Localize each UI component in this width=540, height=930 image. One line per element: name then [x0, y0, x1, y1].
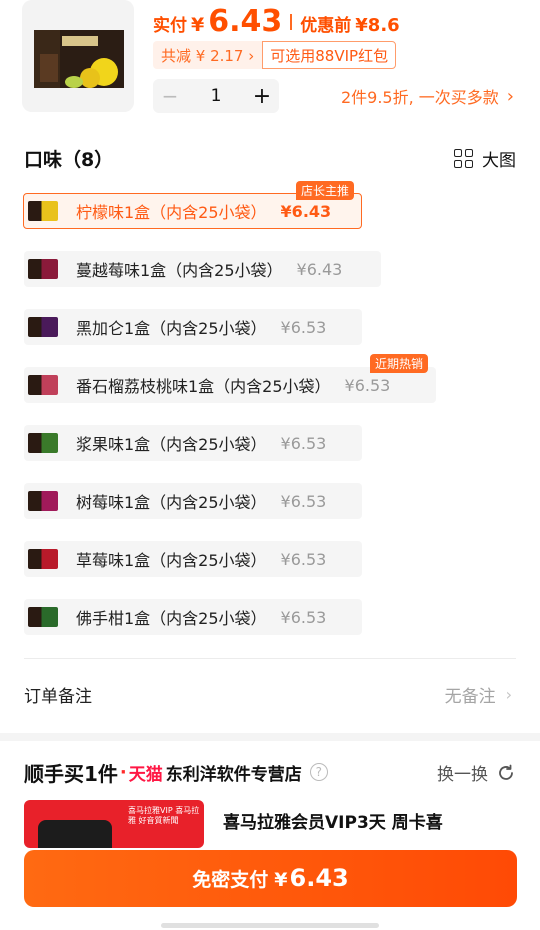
flavor-thumbnail: [28, 433, 58, 453]
tmall-logo: 天猫: [128, 764, 163, 785]
flavor-option[interactable]: 番石榴荔枝桃味1盒（内含25小袋） ¥6.53 近期热销: [24, 354, 436, 403]
flavor-header: 口味（8） 大图: [24, 145, 516, 173]
product-summary: 实付 ¥ 6.43 优惠前 ¥8.6 共减 ¥ 2.17 › 可选用88VIP红…: [0, 0, 540, 128]
flavor-option-label: 黑加仑1盒（内含25小袋）: [76, 319, 267, 338]
order-remark-row[interactable]: 订单备注 无备注 ›: [24, 680, 516, 707]
flavor-option-price: ¥6.53: [280, 433, 327, 453]
addon-title: 顺手买1件: [24, 761, 118, 786]
pay-label: 免密支付: [192, 869, 269, 891]
flavor-option-price: ¥6.53: [280, 549, 327, 569]
flavor-option[interactable]: 草莓味1盒（内含25小袋） ¥6.53: [24, 541, 362, 577]
quantity-value[interactable]: 1: [187, 86, 245, 106]
flavor-option-badge: 店长主推: [296, 181, 355, 200]
price-summary: 实付 ¥ 6.43 优惠前 ¥8.6: [153, 4, 400, 39]
flavor-thumbnail: [28, 317, 58, 337]
flavor-option[interactable]: 佛手柑1盒（内含25小袋） ¥6.53: [24, 599, 362, 635]
large-view-label: 大图: [482, 151, 516, 171]
actual-price-label: 实付: [153, 16, 187, 36]
flavor-option-price: ¥6.43: [296, 259, 343, 279]
pay-currency: ¥: [274, 869, 288, 891]
flavor-option[interactable]: 树莓味1盒（内含25小袋） ¥6.53: [24, 483, 362, 519]
addon-box-graphic: [38, 820, 112, 848]
total-discount-chip[interactable]: 共减 ¥ 2.17 ›: [153, 41, 263, 69]
store-name[interactable]: 东利洋软件专营店: [166, 760, 302, 785]
flavor-option-label: 蔓越莓味1盒（内含25小袋）: [76, 261, 283, 280]
flavor-thumbnail: [28, 259, 58, 279]
addon-product-image: 喜马拉雅VIP 喜马拉雅 好音質新聞: [24, 800, 204, 848]
order-remark-value: 无备注 ›: [445, 682, 512, 707]
order-remark-label: 订单备注: [24, 687, 92, 707]
flavor-option[interactable]: 浆果味1盒（内含25小袋） ¥6.53: [24, 425, 362, 461]
section-divider: [24, 658, 516, 659]
original-price-label: 优惠前: [300, 16, 352, 36]
flavor-thumbnail: [28, 491, 58, 511]
flavor-option-price: ¥6.53: [280, 317, 327, 337]
decrease-quantity-button[interactable]: −: [153, 84, 187, 108]
flavor-thumbnail: [28, 607, 58, 627]
chevron-right-icon: ›: [506, 85, 514, 107]
flavor-option[interactable]: 黑加仑1盒（内含25小袋） ¥6.53: [24, 309, 362, 345]
addon-thumb-text: 喜马拉雅VIP 喜马拉雅 好音質新聞: [128, 806, 200, 825]
price-divider: [290, 13, 293, 30]
addon-product-name: 喜马拉雅会员VIP3天 周卡喜: [223, 813, 443, 833]
chevron-right-icon: ›: [505, 685, 512, 704]
pay-amount: 6.43: [289, 864, 349, 892]
discount-row: 共减 ¥ 2.17 › 可选用88VIP红包: [153, 41, 397, 69]
home-indicator[interactable]: [161, 923, 379, 928]
flavor-option-label: 柠檬味1盒（内含25小袋）: [76, 203, 267, 222]
increase-quantity-button[interactable]: +: [245, 84, 279, 109]
help-icon[interactable]: ?: [309, 763, 328, 781]
flavor-option-badge: 近期热销: [370, 354, 429, 373]
remark-text: 无备注: [444, 687, 496, 707]
refresh-icon: [499, 764, 513, 780]
multi-buy-promo-link[interactable]: 2件9.5折, 一次买多款 ›: [341, 84, 514, 108]
actual-price: 6.43: [208, 4, 283, 39]
flavor-option-label: 浆果味1盒（内含25小袋）: [76, 435, 267, 454]
flavor-option-label: 番石榴荔枝桃味1盒（内含25小袋）: [76, 377, 331, 396]
promo-text: 2件9.5折, 一次买多款: [340, 88, 499, 107]
flavor-option[interactable]: 柠檬味1盒（内含25小袋） ¥6.43 店长主推: [23, 181, 362, 229]
flavor-thumbnail: [28, 201, 58, 221]
flavor-option-price: ¥6.53: [344, 375, 391, 395]
original-price: ¥8.6: [355, 15, 400, 36]
currency-symbol: ¥: [191, 14, 205, 36]
grid-icon: [454, 148, 474, 169]
addon-header: 顺手买1件 · 天猫 东利洋软件专营店 ? 换一换: [24, 758, 516, 786]
flavor-option-price: ¥6.53: [280, 491, 327, 511]
flavor-option-price: ¥6.53: [280, 607, 327, 627]
pay-button[interactable]: 免密支付 ¥ 6.43: [24, 850, 517, 907]
vip-redpacket-chip[interactable]: 可选用88VIP红包: [262, 41, 397, 69]
flavor-title: 口味（8）: [24, 149, 114, 171]
switch-recommendation-button[interactable]: 换一换: [437, 760, 516, 785]
flavor-thumbnail: [28, 375, 58, 395]
flavor-thumbnail: [28, 549, 58, 569]
flavor-option[interactable]: 蔓越莓味1盒（内含25小袋） ¥6.43: [24, 251, 381, 287]
product-image[interactable]: [22, 0, 134, 112]
flavor-option-label: 佛手柑1盒（内含25小袋）: [76, 609, 267, 628]
flavor-option-label: 树莓味1盒（内含25小袋）: [76, 493, 267, 512]
large-view-toggle[interactable]: 大图: [454, 146, 516, 171]
flavor-option-label: 草莓味1盒（内含25小袋）: [76, 551, 267, 570]
section-separator: [0, 733, 540, 741]
switch-label: 换一换: [437, 765, 488, 785]
quantity-stepper: − 1 +: [153, 79, 279, 113]
flavor-option-price: ¥6.43: [280, 201, 332, 221]
addon-dot: ·: [119, 761, 127, 783]
